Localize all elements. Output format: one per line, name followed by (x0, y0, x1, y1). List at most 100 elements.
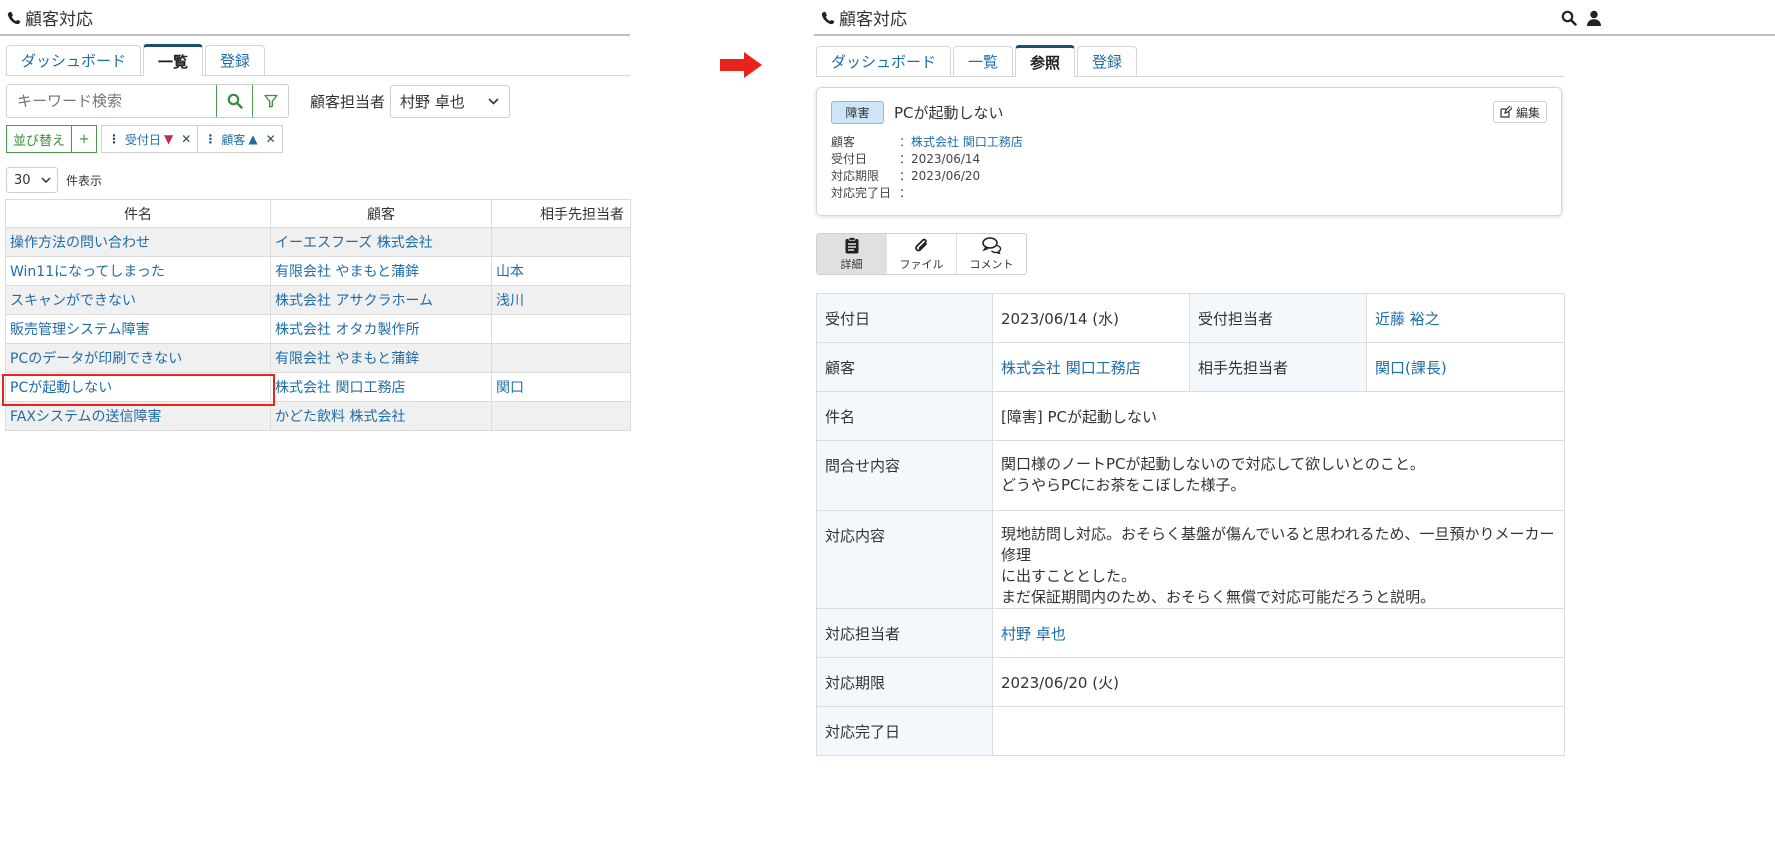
tab-register[interactable]: 登録 (1077, 46, 1138, 76)
cell-contact[interactable]: 浅川 (491, 285, 631, 315)
sort-add-button[interactable]: + (72, 125, 98, 153)
cell-subject[interactable]: PCのデータが印刷できない (5, 343, 271, 373)
segment-label: ファイル (899, 257, 944, 271)
response-line: まだ保証期間内のため、おそらく無償で対応可能だろうと説明。 (1001, 588, 1436, 606)
meta-deadline: 対応期限 ：2023/06/20 (831, 167, 980, 184)
search-icon[interactable] (1561, 10, 1577, 26)
value-contact[interactable]: 関口(課長) (1366, 342, 1565, 392)
drag-handle-icon[interactable]: ⋮ (108, 132, 120, 146)
cell-customer[interactable]: 株式会社 アサクラホーム (270, 285, 492, 315)
cell-customer[interactable]: 株式会社 関口工務店 (270, 372, 492, 402)
drag-handle-icon[interactable]: ⋮ (204, 132, 216, 146)
column-header-subject[interactable]: 件名 (5, 199, 271, 228)
tab-register[interactable]: 登録 (205, 45, 266, 75)
label-inquiry: 問合せ内容 (816, 440, 993, 511)
per-page: 30 件表示 (6, 167, 102, 193)
response-line: に出すこととした。 (1001, 567, 1137, 585)
inquiry-line: 関口様のノートPCが起動しないので対応して欲しいとのこと。 (1001, 455, 1425, 473)
value-deadline: 2023/06/20 (火) (992, 657, 1565, 707)
close-icon[interactable]: ✕ (266, 132, 276, 146)
detail-panel: 顧客対応 ダッシュボード 一覧 参照 登録 障害 PCが起動しない 編集 顧客 … (814, 0, 1775, 852)
value-response: 現地訪問し対応。おそらく基盤が傷んでいると思われるため、一旦預かりメーカー修理 … (992, 510, 1565, 609)
tab-dashboard[interactable]: ダッシュボード (816, 46, 952, 76)
segment-files[interactable]: ファイル (887, 234, 957, 274)
per-page-select[interactable]: 30 (6, 167, 58, 193)
column-header-customer[interactable]: 顧客 (270, 199, 492, 228)
table-row[interactable]: スキャンができない 株式会社 アサクラホーム 浅川 (5, 285, 631, 315)
label-done: 対応完了日 (816, 706, 993, 756)
value-customer[interactable]: 株式会社 関口工務店 (992, 342, 1190, 392)
sort-asc-icon: ▲ (248, 132, 258, 146)
segment-details[interactable]: 詳細 (817, 234, 887, 274)
column-header-contact[interactable]: 相手先担当者 (491, 199, 631, 228)
search-input[interactable] (7, 85, 216, 117)
meta-key: 受付日 (831, 152, 868, 166)
cell-contact[interactable] (491, 401, 631, 431)
table-row[interactable]: PCのデータが印刷できない 有限会社 やまもと蒲鉾 (5, 343, 631, 373)
cell-contact[interactable] (491, 227, 631, 257)
user-icon[interactable] (1587, 10, 1601, 26)
value-recv-staff[interactable]: 近藤 裕之 (1366, 293, 1565, 343)
search-button[interactable] (216, 85, 252, 117)
sort-chip-recv-date[interactable]: ⋮ 受付日 ▼ ✕ (101, 125, 199, 153)
cell-contact[interactable]: 関口 (491, 372, 631, 402)
app-header: 顧客対応 (0, 0, 630, 36)
app-title-wrap: 顧客対応 (6, 5, 93, 30)
edit-button-label: 編集 (1515, 105, 1540, 120)
table-row[interactable]: Win11になってしまった 有限会社 やまもと蒲鉾 山本 (5, 256, 631, 286)
label-response: 対応内容 (816, 510, 993, 609)
cell-subject[interactable]: スキャンができない (5, 285, 271, 315)
filter-button[interactable] (252, 85, 288, 117)
edit-button[interactable]: 編集 (1492, 101, 1547, 123)
label-subject: 件名 (816, 391, 993, 441)
tab-dashboard[interactable]: ダッシュボード (6, 45, 142, 75)
cell-subject[interactable]: 販売管理システム障害 (5, 314, 271, 344)
label-contact: 相手先担当者 (1189, 342, 1367, 392)
tab-bar: ダッシュボード 一覧 登録 (6, 44, 630, 76)
app-header: 顧客対応 (814, 0, 1775, 36)
meta-value: ：2023/06/14 (899, 152, 981, 166)
cell-customer[interactable]: 有限会社 やまもと蒲鉾 (270, 343, 492, 373)
sort-chip-customer[interactable]: ⋮ 顧客 ▲ ✕ (198, 125, 283, 153)
meta-value: ： (899, 186, 912, 200)
close-icon[interactable]: ✕ (181, 132, 191, 146)
chevron-down-icon (41, 177, 51, 183)
tab-list[interactable]: 一覧 (143, 44, 204, 76)
cell-contact[interactable] (491, 314, 631, 344)
per-page-label: 件表示 (66, 173, 103, 188)
cell-customer[interactable]: 株式会社 オタカ製作所 (270, 314, 492, 344)
meta-key: 対応完了日 (831, 186, 892, 200)
segment-comments[interactable]: コメント (957, 234, 1026, 274)
tab-view[interactable]: 参照 (1015, 45, 1076, 77)
table-row[interactable]: 操作方法の問い合わせ イーエスフーズ 株式会社 (5, 227, 631, 257)
cell-subject[interactable]: Win11になってしまった (5, 256, 271, 286)
table-row[interactable]: 販売管理システム障害 株式会社 オタカ製作所 (5, 314, 631, 344)
value-handler[interactable]: 村野 卓也 (992, 608, 1565, 658)
app-title-wrap: 顧客対応 (820, 5, 907, 30)
category-badge: 障害 (831, 101, 884, 124)
assignee-select[interactable]: 村野 卓也 (390, 85, 510, 118)
value-subject: [障害] PCが起動しない (992, 391, 1565, 441)
meta-value-link[interactable]: ：株式会社 関口工務店 (899, 133, 1023, 150)
app-title: 顧客対応 (839, 9, 907, 30)
meta-key: 顧客 (831, 135, 856, 149)
cell-contact[interactable]: 山本 (491, 256, 631, 286)
inquiry-line: どうやらPCにお茶をこぼした様子。 (1001, 476, 1246, 494)
cell-contact[interactable] (491, 343, 631, 373)
meta-key: 対応期限 (831, 169, 880, 183)
label-recv-date: 受付日 (816, 293, 993, 343)
paperclip-icon (914, 238, 927, 251)
cell-customer[interactable]: イーエスフーズ 株式会社 (270, 227, 492, 257)
sort-chip-label: 受付日 (125, 132, 162, 147)
cell-subject[interactable]: 操作方法の問い合わせ (5, 227, 271, 257)
table-header-row: 件名 顧客 相手先担当者 (5, 199, 631, 228)
cell-customer[interactable]: かどた飲料 株式会社 (270, 401, 492, 431)
cell-customer[interactable]: 有限会社 やまもと蒲鉾 (270, 256, 492, 286)
assignee-label: 顧客担当者 (310, 93, 386, 111)
summary-card: 障害 PCが起動しない 編集 顧客 ：株式会社 関口工務店 受付日 ：2023/… (816, 87, 1562, 216)
filter-icon (263, 94, 278, 108)
phone-icon (7, 11, 21, 24)
right-arrow-icon (720, 52, 762, 78)
sort-button[interactable]: 並び替え (6, 125, 73, 153)
tab-list[interactable]: 一覧 (953, 46, 1014, 76)
